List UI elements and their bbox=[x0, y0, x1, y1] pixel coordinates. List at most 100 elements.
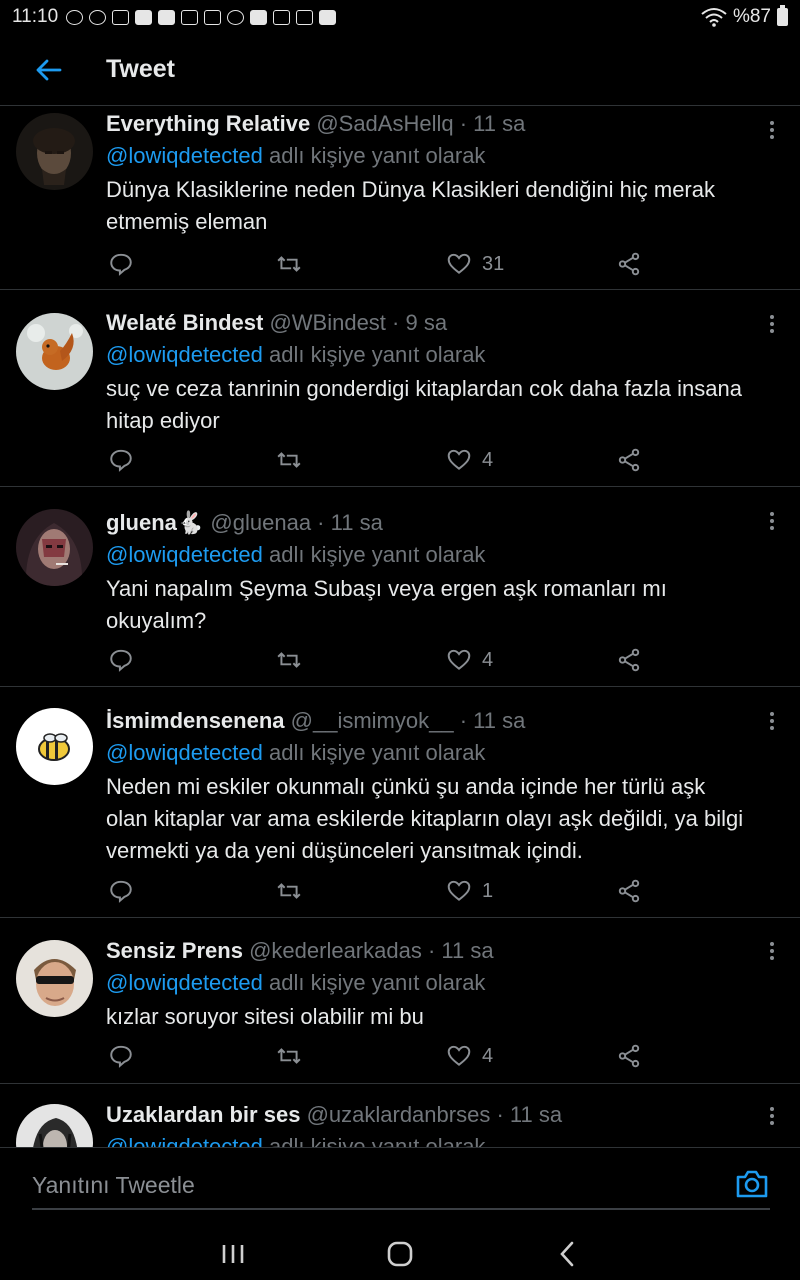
retweet-icon bbox=[277, 256, 301, 272]
share-button[interactable] bbox=[616, 871, 642, 911]
more-options-button[interactable] bbox=[762, 1101, 782, 1131]
tweet-text: Dünya Klasiklerine neden Dünya Klasikler… bbox=[106, 177, 715, 234]
discord-icon bbox=[66, 9, 84, 25]
tweet-meta: Everything Relative @SadAsHellq · 11 sa bbox=[106, 111, 526, 136]
recent-apps-icon bbox=[223, 1244, 244, 1263]
tweet[interactable]: Welaté Bindest @WBindest · 9 sa @lowiqde… bbox=[0, 290, 800, 487]
replying-label: adlı kişiye yanıt olarak bbox=[269, 342, 486, 367]
tweet-text: kızlar soruyor sitesi olabilir mi bu bbox=[106, 1004, 424, 1029]
tweet-text: suç ve ceza tanrinin gonderdigi kitaplar… bbox=[106, 376, 742, 433]
share-button[interactable] bbox=[616, 244, 642, 284]
replying-to: @lowiqdetected adlı kişiye yanıt olarak bbox=[106, 339, 750, 371]
author-name[interactable]: gluena🐇 bbox=[106, 510, 204, 535]
reply-button[interactable] bbox=[108, 1036, 134, 1076]
heart-icon bbox=[447, 649, 471, 670]
replying-to: @lowiqdetected adlı kişiye yanıt olarak bbox=[106, 539, 750, 571]
retweet-button[interactable] bbox=[276, 244, 302, 284]
retweet-button[interactable] bbox=[276, 440, 302, 480]
like-button[interactable]: 4 bbox=[446, 440, 493, 480]
replying-to: @lowiqdetected adlı kişiye yanıt olarak bbox=[106, 140, 750, 172]
top-app-bar: Tweet bbox=[0, 34, 800, 106]
avatar[interactable] bbox=[16, 113, 93, 190]
tweet[interactable]: gluena🐇 @gluenaa · 11 sa @lowiqdetected … bbox=[0, 487, 800, 687]
wifi-icon bbox=[701, 8, 727, 27]
avatar[interactable] bbox=[16, 708, 93, 785]
page-title: Tweet bbox=[106, 55, 175, 83]
tweet-time: 11 sa bbox=[473, 708, 526, 733]
author-name[interactable]: İsmimdensenena bbox=[106, 708, 285, 733]
tweet[interactable]: Everything Relative @SadAsHellq · 11 sa … bbox=[0, 107, 800, 290]
author-handle: @SadAsHellq bbox=[316, 111, 454, 136]
replying-to: @lowiqdetected adlı kişiye yanıt olarak bbox=[106, 967, 750, 999]
mention-link[interactable]: @lowiqdetected bbox=[106, 143, 263, 168]
avatar[interactable] bbox=[16, 940, 93, 1017]
retweet-button[interactable] bbox=[276, 871, 302, 911]
back-button[interactable] bbox=[18, 40, 78, 100]
reply-button[interactable] bbox=[108, 640, 134, 680]
author-name[interactable]: Welaté Bindest bbox=[106, 310, 263, 335]
home-icon bbox=[387, 1241, 413, 1266]
author-name[interactable]: Uzaklardan bir ses bbox=[106, 1102, 300, 1127]
reply-button[interactable] bbox=[108, 244, 134, 284]
mention-link[interactable]: @lowiqdetected bbox=[106, 542, 263, 567]
reply-composer: Yanıtını Tweetle bbox=[0, 1147, 800, 1227]
tweet[interactable]: Sensiz Prens @kederlearkadas · 11 sa @lo… bbox=[0, 918, 800, 1084]
reply-button[interactable] bbox=[108, 871, 134, 911]
video-icon bbox=[250, 9, 268, 25]
author-handle: @uzaklardanbrses bbox=[306, 1102, 491, 1127]
share-button[interactable] bbox=[616, 1036, 642, 1076]
like-count: 31 bbox=[482, 252, 505, 275]
camera-button[interactable] bbox=[734, 1166, 770, 1202]
more-options-button[interactable] bbox=[762, 506, 782, 536]
like-button[interactable]: 4 bbox=[446, 1036, 493, 1076]
reply-input[interactable]: Yanıtını Tweetle bbox=[32, 1166, 770, 1210]
reply-feed[interactable]: Everything Relative @SadAsHellq · 11 sa … bbox=[0, 107, 800, 1147]
retweet-icon bbox=[277, 452, 301, 468]
tweet[interactable]: Uzaklardan bir ses @uzaklardanbrses · 11… bbox=[0, 1084, 800, 1147]
share-button[interactable] bbox=[616, 440, 642, 480]
avatar[interactable] bbox=[16, 509, 93, 586]
back-nav-button[interactable] bbox=[537, 1232, 597, 1276]
recent-apps-button[interactable] bbox=[203, 1232, 263, 1276]
tweet-meta: Welaté Bindest @WBindest · 9 sa bbox=[106, 310, 448, 335]
b-icon bbox=[158, 9, 176, 25]
tweet-actions: 31 bbox=[106, 244, 800, 284]
replying-label: adlı kişiye yanıt olarak bbox=[269, 1134, 486, 1147]
mention-link[interactable]: @lowiqdetected bbox=[106, 1134, 263, 1147]
avatar[interactable] bbox=[16, 1104, 93, 1147]
home-button[interactable] bbox=[370, 1232, 430, 1276]
heart-icon bbox=[447, 253, 471, 274]
more-options-button[interactable] bbox=[762, 309, 782, 339]
tweet-time: 11 sa bbox=[330, 510, 383, 535]
share-button[interactable] bbox=[616, 640, 642, 680]
tweet[interactable]: İsmimdensenena @__ismimyok__ · 11 sa @lo… bbox=[0, 687, 800, 918]
avatar[interactable] bbox=[16, 313, 93, 390]
author-name[interactable]: Sensiz Prens bbox=[106, 938, 243, 963]
reply-icon bbox=[110, 449, 132, 472]
tweet-time: 11 sa bbox=[441, 938, 494, 963]
tweet-meta: gluena🐇 @gluenaa · 11 sa bbox=[106, 510, 383, 535]
like-count: 4 bbox=[482, 648, 494, 671]
author-handle: @WBindest bbox=[269, 310, 386, 335]
tweet-meta: Uzaklardan bir ses @uzaklardanbrses · 11… bbox=[106, 1102, 563, 1127]
status-time: 11:10 bbox=[12, 6, 59, 27]
mention-link[interactable]: @lowiqdetected bbox=[106, 740, 263, 765]
like-button[interactable]: 4 bbox=[446, 640, 493, 680]
mention-link[interactable]: @lowiqdetected bbox=[106, 970, 263, 995]
mention-link[interactable]: @lowiqdetected bbox=[106, 342, 263, 367]
like-button[interactable]: 1 bbox=[446, 871, 493, 911]
heart-icon bbox=[447, 880, 471, 901]
notification-icons bbox=[66, 9, 337, 25]
reply-button[interactable] bbox=[108, 440, 134, 480]
camera-icon bbox=[736, 1170, 768, 1198]
more-options-button[interactable] bbox=[762, 936, 782, 966]
retweet-button[interactable] bbox=[276, 640, 302, 680]
author-name[interactable]: Everything Relative bbox=[106, 111, 310, 136]
more-options-button[interactable] bbox=[762, 115, 782, 145]
like-count: 4 bbox=[482, 1044, 494, 1067]
author-handle: @__ismimyok__ bbox=[290, 708, 454, 733]
more-options-button[interactable] bbox=[762, 706, 782, 736]
reply-icon bbox=[110, 880, 132, 903]
retweet-button[interactable] bbox=[276, 1036, 302, 1076]
like-button[interactable]: 31 bbox=[446, 244, 504, 284]
